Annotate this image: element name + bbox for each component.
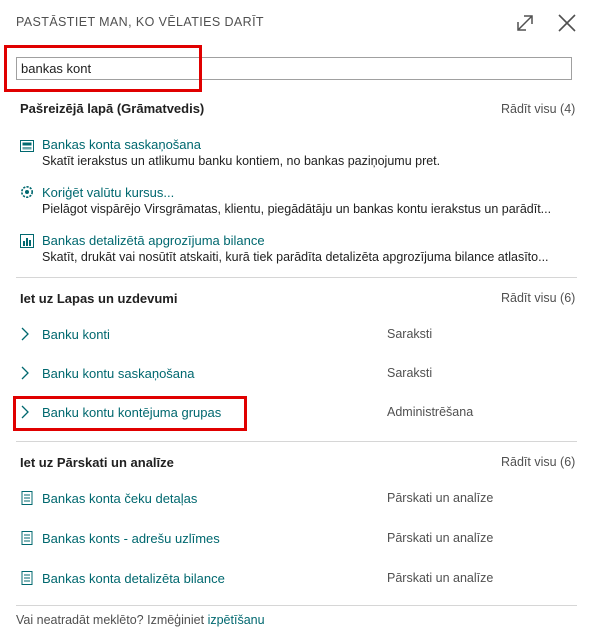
current-page-item-link[interactable]: Koriģēt valūtu kursus... — [42, 185, 174, 200]
search-highlight-box — [4, 45, 202, 92]
pages-tasks-item-link[interactable]: Banku konti — [42, 327, 110, 342]
reconcile-icon — [20, 140, 34, 152]
section-pages-tasks-title: Iet uz Lapas un uzdevumi — [20, 291, 178, 306]
report-item-category: Pārskati un analīze — [387, 571, 494, 585]
currency-gear-icon — [21, 186, 33, 198]
section-reports-title: Iet uz Pārskati un analīze — [20, 455, 174, 470]
expand-icon[interactable] — [512, 10, 538, 36]
section-divider — [16, 441, 577, 442]
current-page-item-description: Pielāgot vispārējo Virsgrāmatas, klientu… — [42, 202, 552, 216]
current-page-item-link[interactable]: Bankas detalizētā apgrozījuma bilance — [42, 233, 265, 248]
result-highlight-box — [13, 396, 247, 431]
section-divider — [16, 605, 577, 606]
pages-tasks-item-category: Administrēšana — [387, 405, 474, 419]
pages-tasks-item-category: Saraksti — [387, 327, 433, 341]
report-item-link[interactable]: Bankas konta čeku detaļas — [42, 491, 197, 506]
current-page-item-description: Skatīt ierakstus un atlikumu banku konti… — [42, 154, 441, 168]
section-divider — [16, 277, 577, 278]
show-all-current-page-link[interactable]: Rādīt visu (4) — [501, 102, 575, 116]
report-doc-icon — [21, 531, 33, 545]
pages-tasks-item-category: Saraksti — [387, 366, 433, 380]
footer: Vai neatradāt meklēto? Izmēģiniet izpētī… — [16, 613, 265, 627]
show-all-pages-tasks-link[interactable]: Rādīt visu (6) — [501, 291, 575, 305]
footer-text: Vai neatradāt meklēto? Izmēģiniet — [16, 613, 205, 627]
current-page-item-link[interactable]: Bankas konta saskaņošana — [42, 137, 201, 152]
report-doc-icon — [21, 571, 33, 585]
report-doc-icon — [21, 491, 33, 505]
close-icon[interactable] — [554, 10, 580, 36]
chevron-right-icon — [21, 366, 29, 380]
current-page-item-description: Skatīt, drukāt vai nosūtīt atskaiti, kur… — [42, 250, 549, 264]
report-item-category: Pārskati un analīze — [387, 531, 494, 545]
dialog-title: PASTĀSTIET MAN, KO VĒLATIES DARĪT — [16, 15, 264, 29]
section-current-page-title: Pašreizējā lapā (Grāmatvedis) — [20, 101, 205, 116]
explore-link[interactable]: izpētīšanu — [208, 613, 265, 627]
pages-tasks-item-link[interactable]: Banku kontu saskaņošana — [42, 366, 195, 381]
report-chart-icon — [20, 234, 34, 248]
chevron-right-icon — [21, 327, 29, 341]
report-item-link[interactable]: Bankas konta detalizēta bilance — [42, 571, 225, 586]
report-item-link[interactable]: Bankas konts - adrešu uzlīmes — [42, 531, 220, 546]
report-item-category: Pārskati un analīze — [387, 491, 494, 505]
show-all-reports-link[interactable]: Rādīt visu (6) — [501, 455, 575, 469]
